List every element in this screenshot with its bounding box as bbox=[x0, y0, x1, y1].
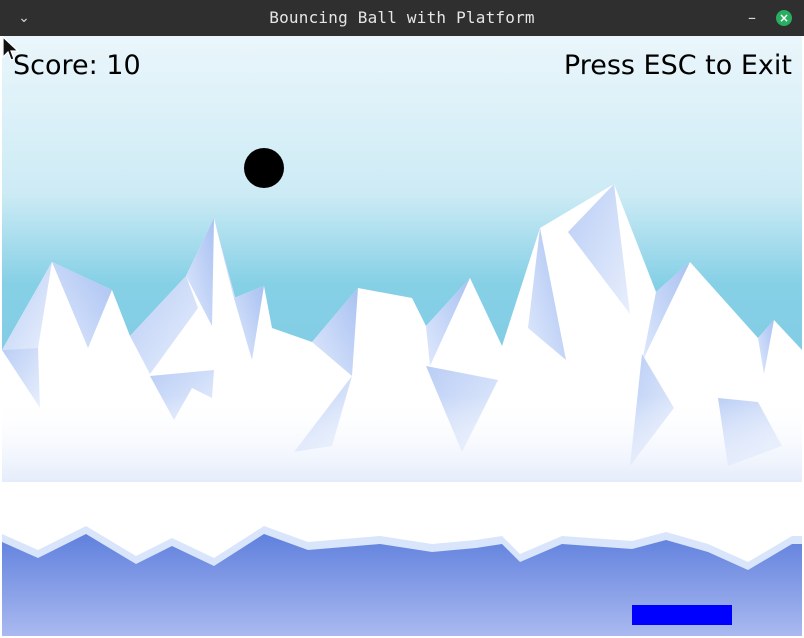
app-window: ⌄ Bouncing Ball with Platform – × Score:… bbox=[0, 0, 804, 638]
score-label: Score: 10 bbox=[13, 50, 141, 81]
ball bbox=[244, 148, 284, 188]
game-canvas[interactable]: Score: 10 Press ESC to Exit bbox=[2, 36, 802, 636]
title-bar: ⌄ Bouncing Ball with Platform – × bbox=[0, 0, 804, 36]
mouse-cursor-icon bbox=[2, 36, 20, 61]
exit-hint-label: Press ESC to Exit bbox=[563, 50, 792, 81]
window-title: Bouncing Ball with Platform bbox=[269, 8, 535, 27]
minimize-icon[interactable]: – bbox=[744, 0, 760, 36]
player-platform bbox=[632, 605, 732, 625]
close-icon[interactable]: × bbox=[776, 10, 792, 26]
background-scene bbox=[2, 36, 802, 636]
